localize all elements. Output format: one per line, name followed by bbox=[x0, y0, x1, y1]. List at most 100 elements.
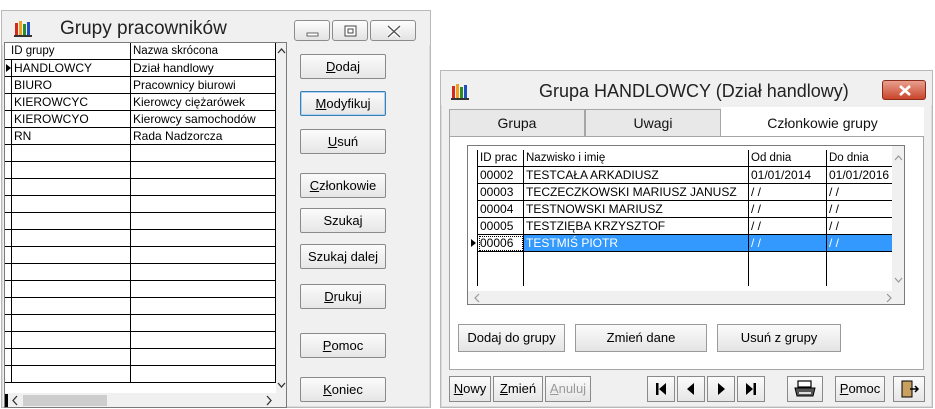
cell-group-name[interactable]: Dział handlowy bbox=[131, 60, 276, 77]
table-row[interactable]: 00002 TESTCAŁA ARKADIUSZ 01/01/2014 01/01/2… bbox=[468, 167, 900, 184]
cell-date-to[interactable]: / / bbox=[827, 218, 900, 235]
close-button[interactable] bbox=[882, 80, 926, 100]
cell-group-name[interactable] bbox=[131, 179, 276, 196]
table-row[interactable]: 00006 TESTMIŚ PIOTR / / / / bbox=[468, 235, 900, 252]
empty-row[interactable] bbox=[5, 145, 276, 162]
members-grid[interactable]: ID prac Nazwisko i imię Od dnia Do dnia … bbox=[467, 145, 905, 305]
new-record-button[interactable]: Nowy bbox=[449, 376, 491, 402]
cell-date-to[interactable]: 01/01/2016 bbox=[827, 167, 900, 184]
cell-date-to[interactable] bbox=[827, 269, 900, 286]
empty-row[interactable] bbox=[5, 332, 276, 349]
group-details-titlebar[interactable]: Grupa HANDLOWCY (Dział handlowy) bbox=[441, 71, 932, 105]
first-record-icon[interactable] bbox=[647, 376, 675, 402]
empty-row[interactable] bbox=[468, 269, 900, 286]
cell-group-name[interactable] bbox=[131, 196, 276, 213]
empty-row[interactable] bbox=[5, 230, 276, 247]
cell-date-from[interactable] bbox=[749, 252, 827, 269]
add-button[interactable]: Dodaj bbox=[300, 54, 386, 79]
close-form-button[interactable]: Koniec bbox=[300, 377, 386, 402]
cell-full-name[interactable] bbox=[524, 269, 749, 286]
cell-employee-id[interactable] bbox=[478, 252, 524, 269]
empty-row[interactable] bbox=[5, 349, 276, 366]
empty-row[interactable] bbox=[5, 366, 276, 383]
empty-row[interactable] bbox=[5, 281, 276, 298]
cell-employee-id[interactable] bbox=[478, 269, 524, 286]
cell-group-name[interactable]: Kierowcy ciężarówek bbox=[131, 94, 276, 111]
cell-group-id[interactable]: KIEROWCYO bbox=[12, 111, 131, 128]
last-record-icon[interactable] bbox=[737, 376, 765, 402]
cell-group-name[interactable] bbox=[131, 213, 276, 230]
cell-group-id[interactable] bbox=[12, 298, 131, 315]
cell-date-to[interactable]: / / bbox=[827, 201, 900, 218]
search-button[interactable]: Szukaj bbox=[300, 208, 386, 233]
cell-employee-id[interactable]: 00003 bbox=[478, 184, 524, 201]
cell-group-id[interactable]: KIEROWCYC bbox=[12, 94, 131, 111]
edit-data-button[interactable]: Zmień dane bbox=[575, 324, 707, 352]
cell-employee-id[interactable]: 00004 bbox=[478, 201, 524, 218]
table-row[interactable]: HANDLOWCY Dział handlowy bbox=[5, 60, 276, 77]
cell-date-from[interactable]: / / bbox=[749, 235, 827, 252]
table-row[interactable]: 00004 TESTNOWSKI MARIUSZ / / / / bbox=[468, 201, 900, 218]
column-header-to[interactable]: Do dnia bbox=[827, 150, 900, 167]
table-row[interactable]: RN Rada Nadzorcza bbox=[5, 128, 276, 145]
delete-button[interactable]: Usuń bbox=[300, 129, 386, 154]
tab-group[interactable]: Grupa bbox=[449, 109, 585, 137]
cell-group-id[interactable] bbox=[12, 230, 131, 247]
cell-date-from[interactable]: / / bbox=[749, 201, 827, 218]
edit-record-button[interactable]: Zmień bbox=[493, 376, 543, 402]
cell-group-name[interactable] bbox=[131, 162, 276, 179]
tab-members[interactable]: Członkowie grupy bbox=[721, 107, 924, 137]
cell-group-name[interactable] bbox=[131, 281, 276, 298]
cell-date-to[interactable]: / / bbox=[827, 184, 900, 201]
cell-group-id[interactable] bbox=[12, 349, 131, 366]
cell-group-name[interactable] bbox=[131, 332, 276, 349]
cell-group-name[interactable]: Pracownicy biurowi bbox=[131, 77, 276, 94]
cell-group-id[interactable] bbox=[12, 145, 131, 162]
cell-date-from[interactable]: 01/01/2014 bbox=[749, 167, 827, 184]
cell-group-id[interactable]: HANDLOWCY bbox=[12, 60, 131, 77]
groups-grid[interactable]: ID grupy Nazwa skrócona HANDLOWCY Dział h… bbox=[4, 42, 287, 408]
maximize-button[interactable] bbox=[332, 20, 368, 41]
empty-row[interactable] bbox=[5, 264, 276, 281]
search-next-button[interactable]: Szukaj dalej bbox=[300, 244, 386, 269]
cell-employee-id[interactable]: 00006 bbox=[478, 235, 524, 252]
cell-date-to[interactable] bbox=[827, 252, 900, 269]
printer-icon[interactable] bbox=[787, 376, 823, 402]
cell-group-id[interactable] bbox=[12, 281, 131, 298]
table-row[interactable]: KIEROWCYO Kierowcy samochodów bbox=[5, 111, 276, 128]
empty-row[interactable] bbox=[468, 252, 900, 269]
help-button[interactable]: Pomoc bbox=[300, 333, 386, 358]
cell-employee-id[interactable]: 00002 bbox=[478, 167, 524, 184]
cancel-button[interactable]: Anuluj bbox=[545, 376, 591, 402]
cell-group-id[interactable] bbox=[12, 196, 131, 213]
cell-group-id[interactable] bbox=[12, 315, 131, 332]
previous-record-icon[interactable] bbox=[677, 376, 705, 402]
exit-door-icon[interactable] bbox=[893, 376, 925, 402]
cell-date-from[interactable]: / / bbox=[749, 184, 827, 201]
cell-full-name[interactable]: TESTMIŚ PIOTR bbox=[524, 235, 749, 252]
column-header-id[interactable]: ID prac bbox=[478, 150, 524, 167]
empty-row[interactable] bbox=[5, 162, 276, 179]
horizontal-scrollbar[interactable] bbox=[5, 393, 286, 407]
table-row[interactable]: 00005 TESTZIĘBA KRZYSZTOF / / / / bbox=[468, 218, 900, 235]
cell-group-id[interactable] bbox=[12, 366, 131, 383]
cell-employee-id[interactable]: 00005 bbox=[478, 218, 524, 235]
cell-group-name[interactable] bbox=[131, 247, 276, 264]
column-header-name[interactable]: Nazwisko i imię bbox=[524, 150, 749, 167]
cell-group-name[interactable] bbox=[131, 366, 276, 383]
empty-row[interactable] bbox=[5, 315, 276, 332]
cell-group-id[interactable] bbox=[12, 247, 131, 264]
cell-full-name[interactable] bbox=[524, 252, 749, 269]
modify-button[interactable]: Modyfikuj bbox=[300, 91, 386, 116]
vertical-scrollbar[interactable] bbox=[892, 146, 904, 291]
empty-row[interactable] bbox=[5, 298, 276, 315]
empty-row[interactable] bbox=[5, 213, 276, 230]
cell-group-name[interactable] bbox=[131, 315, 276, 332]
cell-group-id[interactable]: RN bbox=[12, 128, 131, 145]
next-record-icon[interactable] bbox=[707, 376, 735, 402]
cell-group-name[interactable] bbox=[131, 349, 276, 366]
cell-group-id[interactable] bbox=[12, 179, 131, 196]
cell-date-from[interactable]: / / bbox=[749, 218, 827, 235]
column-header-from[interactable]: Od dnia bbox=[749, 150, 827, 167]
cell-group-id[interactable]: BIURO bbox=[12, 77, 131, 94]
